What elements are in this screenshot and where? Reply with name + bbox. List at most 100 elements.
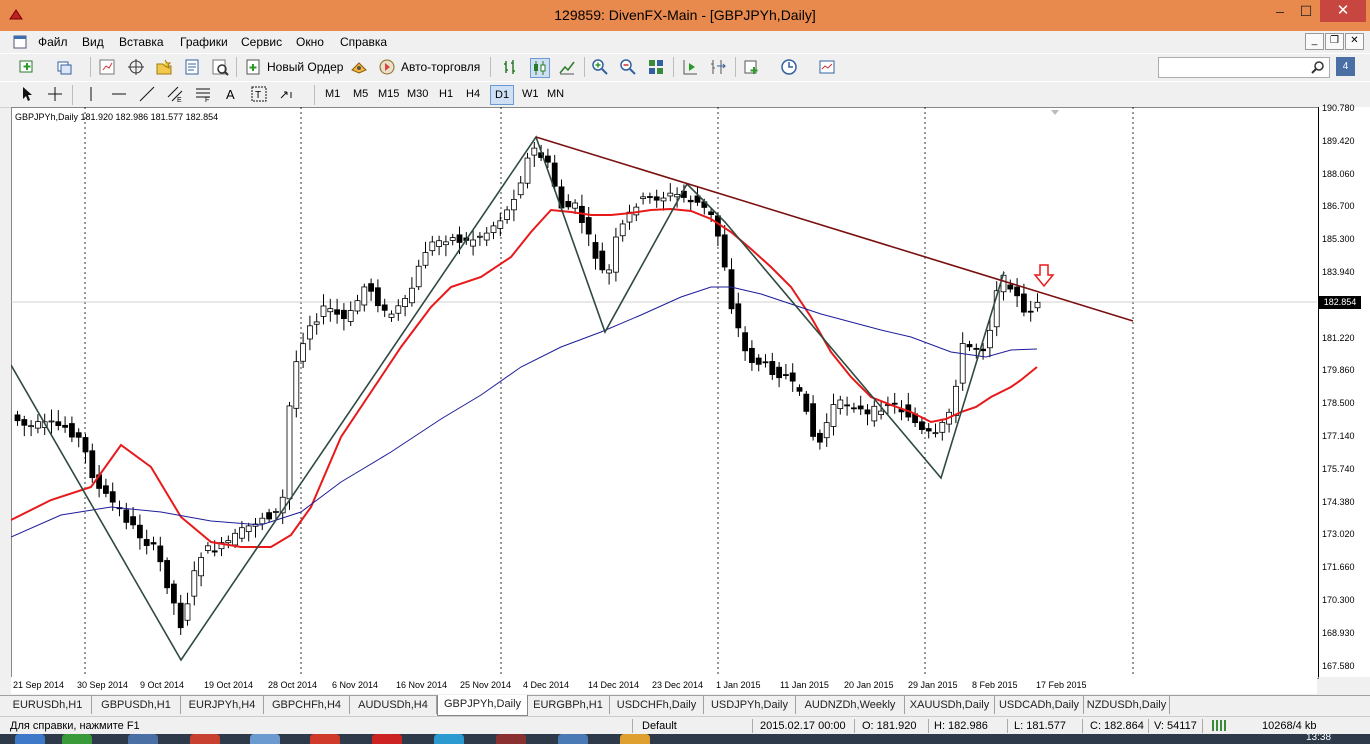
chart-tab[interactable]: USDCADh,Daily — [995, 696, 1084, 714]
search-icon[interactable] — [1311, 60, 1325, 74]
chart-tab[interactable]: EURUSDh,H1 — [4, 696, 92, 714]
new-chart-icon[interactable] — [18, 58, 36, 76]
chart-shift-icon[interactable] — [709, 58, 727, 76]
equidistant-channel-icon[interactable]: E — [166, 85, 184, 103]
auto-scroll-icon[interactable] — [681, 58, 699, 76]
close-button[interactable]: ✕ — [1320, 0, 1366, 22]
mdi-restore-button[interactable]: ❐ — [1325, 33, 1344, 50]
expert-advisors-icon[interactable] — [350, 58, 368, 76]
app-explorer-icon[interactable] — [128, 734, 158, 744]
timeframe-m30[interactable]: M30 — [407, 88, 428, 100]
crosshair-icon[interactable] — [46, 85, 64, 103]
menu-charts[interactable]: Графики — [180, 35, 228, 49]
chart-tab[interactable]: EURGBPh,H1 — [527, 696, 610, 714]
candle-body — [708, 211, 714, 215]
chart-tab[interactable]: USDCHFh,Daily — [610, 696, 704, 714]
navigator-icon[interactable] — [155, 58, 173, 76]
profile-name[interactable]: Default — [642, 720, 677, 732]
timeframe-mn[interactable]: MN — [547, 88, 564, 100]
maximize-button[interactable]: ☐ — [1294, 0, 1318, 22]
chart-tab[interactable]: USDJPYh,Daily — [704, 696, 796, 714]
chart-tab[interactable]: GBPCHFh,H4 — [264, 696, 350, 714]
menu-insert[interactable]: Вставка — [119, 35, 164, 49]
app-player-icon[interactable] — [620, 734, 650, 744]
zoom-out-icon[interactable] — [619, 58, 637, 76]
candle-body — [599, 250, 606, 271]
app-metatrader-icon[interactable] — [372, 734, 402, 744]
app-folder-icon[interactable] — [250, 734, 280, 744]
chart-tab[interactable]: AUDNZDh,Weekly — [796, 696, 905, 714]
market-watch-icon[interactable] — [98, 58, 116, 76]
candle-body — [1021, 293, 1027, 313]
app-excel-icon[interactable] — [62, 734, 92, 744]
chart-tab[interactable]: EURJPYh,H4 — [181, 696, 264, 714]
bar-chart-icon[interactable] — [502, 58, 520, 76]
candle-body — [817, 432, 823, 443]
candle-body — [776, 366, 782, 379]
chart-tab[interactable]: AUDUSDh,H4 — [350, 696, 437, 714]
fibonacci-icon[interactable]: F — [194, 85, 212, 103]
timeframe-m5[interactable]: M5 — [353, 88, 368, 100]
candle-body — [667, 192, 674, 197]
terminal-icon[interactable] — [183, 58, 201, 76]
minimize-button[interactable]: ‒ — [1268, 0, 1292, 22]
app-chrome-icon[interactable] — [190, 734, 220, 744]
auto-trading-button[interactable]: Авто-торговля — [401, 60, 480, 74]
document-icon[interactable] — [12, 34, 28, 50]
vertical-line-icon[interactable] — [82, 85, 100, 103]
app-yandex-icon[interactable] — [310, 734, 340, 744]
candle-body — [143, 539, 150, 547]
profiles-icon[interactable] — [56, 58, 74, 76]
new-order-icon[interactable] — [244, 58, 262, 76]
indicators-icon[interactable] — [743, 58, 761, 76]
menu-tools[interactable]: Сервис — [241, 35, 282, 49]
timeframe-h4[interactable]: H4 — [466, 88, 480, 100]
chart-tab[interactable]: XAUUSDh,Daily — [905, 696, 995, 714]
text-label-icon[interactable]: T — [250, 85, 268, 103]
zoom-in-icon[interactable] — [591, 58, 609, 76]
candlestick-chart-icon[interactable] — [530, 58, 550, 78]
mdi-minimize-button[interactable]: _ — [1305, 33, 1324, 50]
horizontal-line-icon[interactable] — [110, 85, 128, 103]
mdi-close-button[interactable]: ✕ — [1345, 33, 1364, 50]
chart-tab[interactable]: GBPJPYh,Daily — [437, 695, 528, 716]
menu-file[interactable]: Файл — [38, 35, 68, 49]
cursor-icon[interactable] — [18, 85, 36, 103]
candle-body — [891, 402, 898, 405]
price-chart[interactable] — [11, 107, 1317, 677]
candle-body — [619, 223, 626, 237]
periods-icon[interactable] — [780, 58, 798, 76]
menu-help[interactable]: Справка — [340, 35, 387, 49]
trendline-icon[interactable] — [138, 85, 156, 103]
notifications-badge[interactable]: 4 — [1336, 57, 1355, 76]
candle-body — [932, 432, 939, 435]
menu-view[interactable]: Вид — [82, 35, 104, 49]
timeframe-m1[interactable]: M1 — [325, 88, 340, 100]
timeframe-m15[interactable]: M15 — [378, 88, 399, 100]
drawing-toolbar: E F A T M1 M5 M15 M30 H1 H4 D1 W1 MN — [0, 81, 1370, 108]
data-window-icon[interactable] — [127, 58, 145, 76]
tile-windows-icon[interactable] — [647, 58, 665, 76]
menu-window[interactable]: Окно — [296, 35, 324, 49]
auto-trading-icon[interactable] — [378, 58, 396, 76]
new-order-button[interactable]: Новый Ордер — [267, 60, 343, 74]
strategy-tester-icon[interactable] — [211, 58, 229, 76]
app-opera-icon[interactable] — [496, 734, 526, 744]
price-label: 185.300 — [1322, 234, 1355, 245]
arrows-icon[interactable] — [278, 85, 296, 103]
candle-body — [245, 525, 252, 533]
timeframe-w1[interactable]: W1 — [522, 88, 539, 100]
app-window-icon[interactable] — [558, 734, 588, 744]
price-axis — [1318, 107, 1370, 677]
candle-body — [857, 405, 864, 410]
chart-tab[interactable]: NZDUSDh,Daily — [1084, 696, 1170, 714]
chart-tab[interactable]: GBPUSDh,H1 — [92, 696, 181, 714]
templates-icon[interactable] — [818, 58, 836, 76]
start-icon[interactable] — [15, 734, 45, 744]
timeframe-d1[interactable]: D1 — [490, 85, 515, 105]
search-input[interactable] — [1158, 57, 1330, 78]
app-skype-icon[interactable] — [434, 734, 464, 744]
timeframe-h1[interactable]: H1 — [439, 88, 453, 100]
line-chart-icon[interactable] — [558, 58, 576, 76]
text-icon[interactable]: A — [222, 85, 240, 103]
